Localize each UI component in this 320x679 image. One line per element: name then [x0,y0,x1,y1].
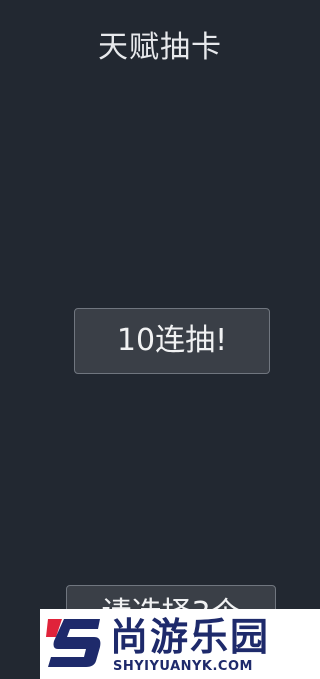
draw-ten-button[interactable]: 10连抽! [74,308,270,374]
watermark-logo-icon [46,619,101,667]
watermark-name: 尚游乐园 [110,615,271,659]
watermark-url: SHYIYUANYK.COM [113,659,253,674]
talent-draw-screen: 天赋抽卡 10连抽! 请选择3个 尚游乐园 SHYIYUANYK.COM [0,0,320,679]
page-title: 天赋抽卡 [98,30,222,65]
site-watermark: 尚游乐园 SHYIYUANYK.COM [40,609,320,679]
